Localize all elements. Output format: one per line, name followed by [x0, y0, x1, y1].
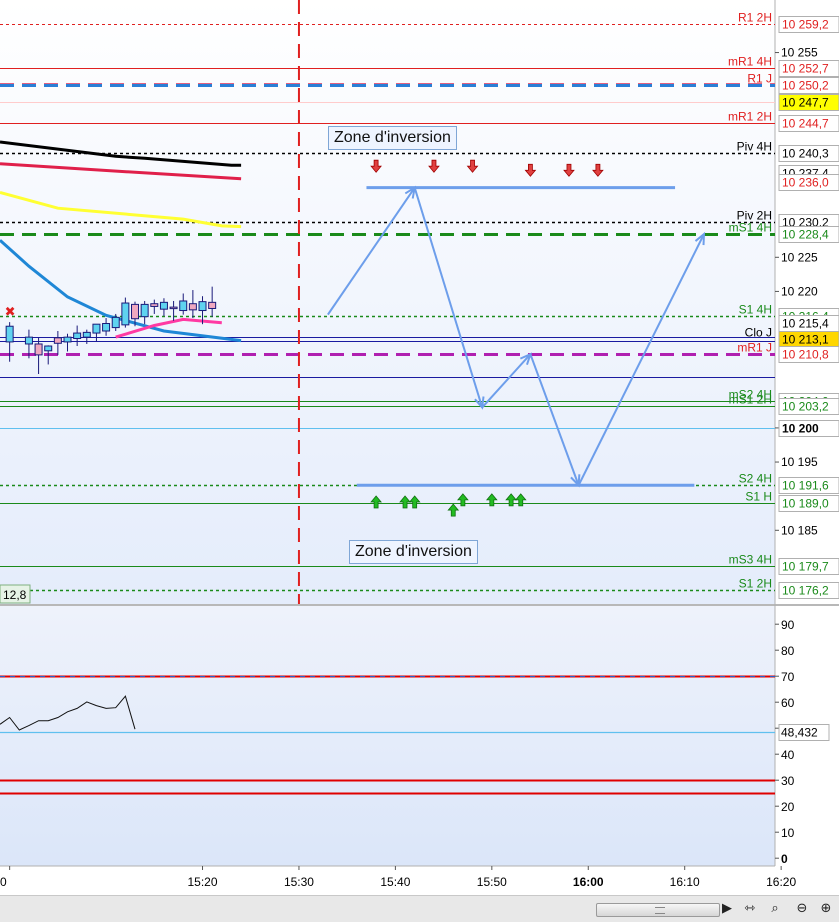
- level-label: S1 H: [745, 490, 772, 504]
- candle-body: [179, 300, 188, 312]
- level-axis-label: 10 247,7: [782, 96, 829, 110]
- candle-body: [111, 316, 120, 329]
- level-label: mR1 4H: [728, 55, 772, 69]
- time-tick-label: 15:20: [188, 875, 218, 889]
- level-axis-label: 10 259,2: [782, 18, 829, 32]
- osc-tick-label: 30: [781, 774, 795, 788]
- scroll-right-icon[interactable]: ▶: [719, 901, 735, 917]
- time-tick-label: 15:30: [284, 875, 314, 889]
- osc-tick-label: 90: [781, 618, 795, 632]
- level-label: mS1 4H: [729, 221, 772, 235]
- level-axis-label: 10 200: [782, 422, 819, 436]
- osc-tick-label: 60: [781, 696, 795, 710]
- level-axis-label: 10 191,6: [782, 479, 829, 493]
- candle-body: [73, 332, 82, 340]
- level-axis-label: 10 250,2: [782, 79, 829, 93]
- level-axis-label: 10 176,2: [782, 584, 829, 598]
- level-axis-label: 10 240,3: [782, 147, 829, 161]
- candle-body: [44, 345, 53, 352]
- candle-body: [5, 325, 14, 343]
- oscillator-panel: [0, 606, 775, 866]
- bar-spacing-icon[interactable]: ⇿: [742, 901, 758, 917]
- level-axis-label: 10 189,0: [782, 497, 829, 511]
- time-axis: [0, 866, 839, 895]
- time-tick-label: 16:20: [766, 875, 796, 889]
- level-axis-label: 10 210,8: [782, 348, 829, 362]
- price-tick-label: 10 185: [781, 523, 818, 537]
- zoom-in-icon[interactable]: ⊕: [818, 901, 834, 917]
- time-tick-label: 16:10: [670, 875, 700, 889]
- level-label: S2 4H: [739, 472, 772, 486]
- signal-cross-icon: ✖: [5, 305, 16, 320]
- level-axis-label: 10 228,4: [782, 228, 829, 242]
- level-label: S1 4H: [739, 303, 772, 317]
- scroll-grip-icon: [655, 907, 665, 914]
- candle-body: [140, 303, 149, 318]
- level-axis-label: 10 244,7: [782, 117, 829, 131]
- time-tick-label: 16:00: [573, 875, 604, 889]
- level-label: Clo J: [745, 326, 772, 340]
- time-tick-label: 15:50: [477, 875, 507, 889]
- price-tick-label: 10 195: [781, 455, 818, 469]
- level-label: Piv 4H: [737, 140, 772, 154]
- level-label: mR1 J: [737, 341, 772, 355]
- level-label: mS1 2H: [729, 393, 772, 407]
- osc-tick-label: 0: [781, 852, 788, 866]
- osc-tick-label: 10: [781, 826, 795, 840]
- candle-body: [24, 336, 33, 345]
- level-axis-label: 10 236,0: [782, 176, 829, 190]
- candle-body: [198, 301, 207, 312]
- candle-body: [188, 303, 197, 311]
- corner-value-label: 12,8: [3, 588, 27, 602]
- candle-body: [131, 303, 140, 320]
- candle-body: [169, 306, 178, 310]
- zone-inversion-top[interactable]: Zone d'inversion: [328, 126, 457, 150]
- time-tick-label: 0: [0, 875, 7, 889]
- level-axis-label: 10 179,7: [782, 560, 829, 574]
- candle-body: [102, 322, 111, 332]
- candle-body: [82, 331, 91, 338]
- zoom-out-icon[interactable]: ⊖: [794, 901, 810, 917]
- level-label: S1 2H: [739, 577, 772, 591]
- osc-tick-label: 20: [781, 800, 795, 814]
- osc-tick-label: 70: [781, 670, 795, 684]
- zoom-fit-icon[interactable]: ⌕: [767, 901, 783, 917]
- price-tick-label: 10 225: [781, 250, 818, 264]
- level-label: mS3 4H: [729, 553, 772, 567]
- price-tick-label: 10 255: [781, 46, 818, 60]
- candle-body: [121, 302, 130, 326]
- level-axis-label: 10 203,2: [782, 400, 829, 414]
- horizontal-scrollbar[interactable]: ▶ ⇿ ⌕ ⊖ ⊕: [0, 895, 839, 922]
- osc-tick-label: 40: [781, 748, 795, 762]
- candle-body: [63, 336, 72, 343]
- candle-body: [53, 337, 62, 344]
- zone-inversion-bottom[interactable]: Zone d'inversion: [349, 540, 478, 564]
- level-axis-label: 10 213,1: [782, 333, 829, 347]
- level-axis-label: 10 215,4: [782, 317, 829, 331]
- candle-body: [159, 301, 168, 310]
- price-panel: [0, 0, 775, 604]
- price-tick-label: 10 220: [781, 284, 818, 298]
- osc-tick-label: 80: [781, 644, 795, 658]
- candle-body: [150, 303, 159, 307]
- time-tick-label: 15:40: [380, 875, 410, 889]
- level-axis-label: 10 252,7: [782, 62, 829, 76]
- level-label: mR1 2H: [728, 110, 772, 124]
- level-label: R1 2H: [738, 11, 772, 25]
- candle-body: [92, 323, 101, 334]
- candle-body: [34, 343, 43, 356]
- osc-axis-label: 48,432: [781, 726, 818, 740]
- level-label: R1 J: [747, 72, 772, 86]
- candle-body: [208, 301, 217, 309]
